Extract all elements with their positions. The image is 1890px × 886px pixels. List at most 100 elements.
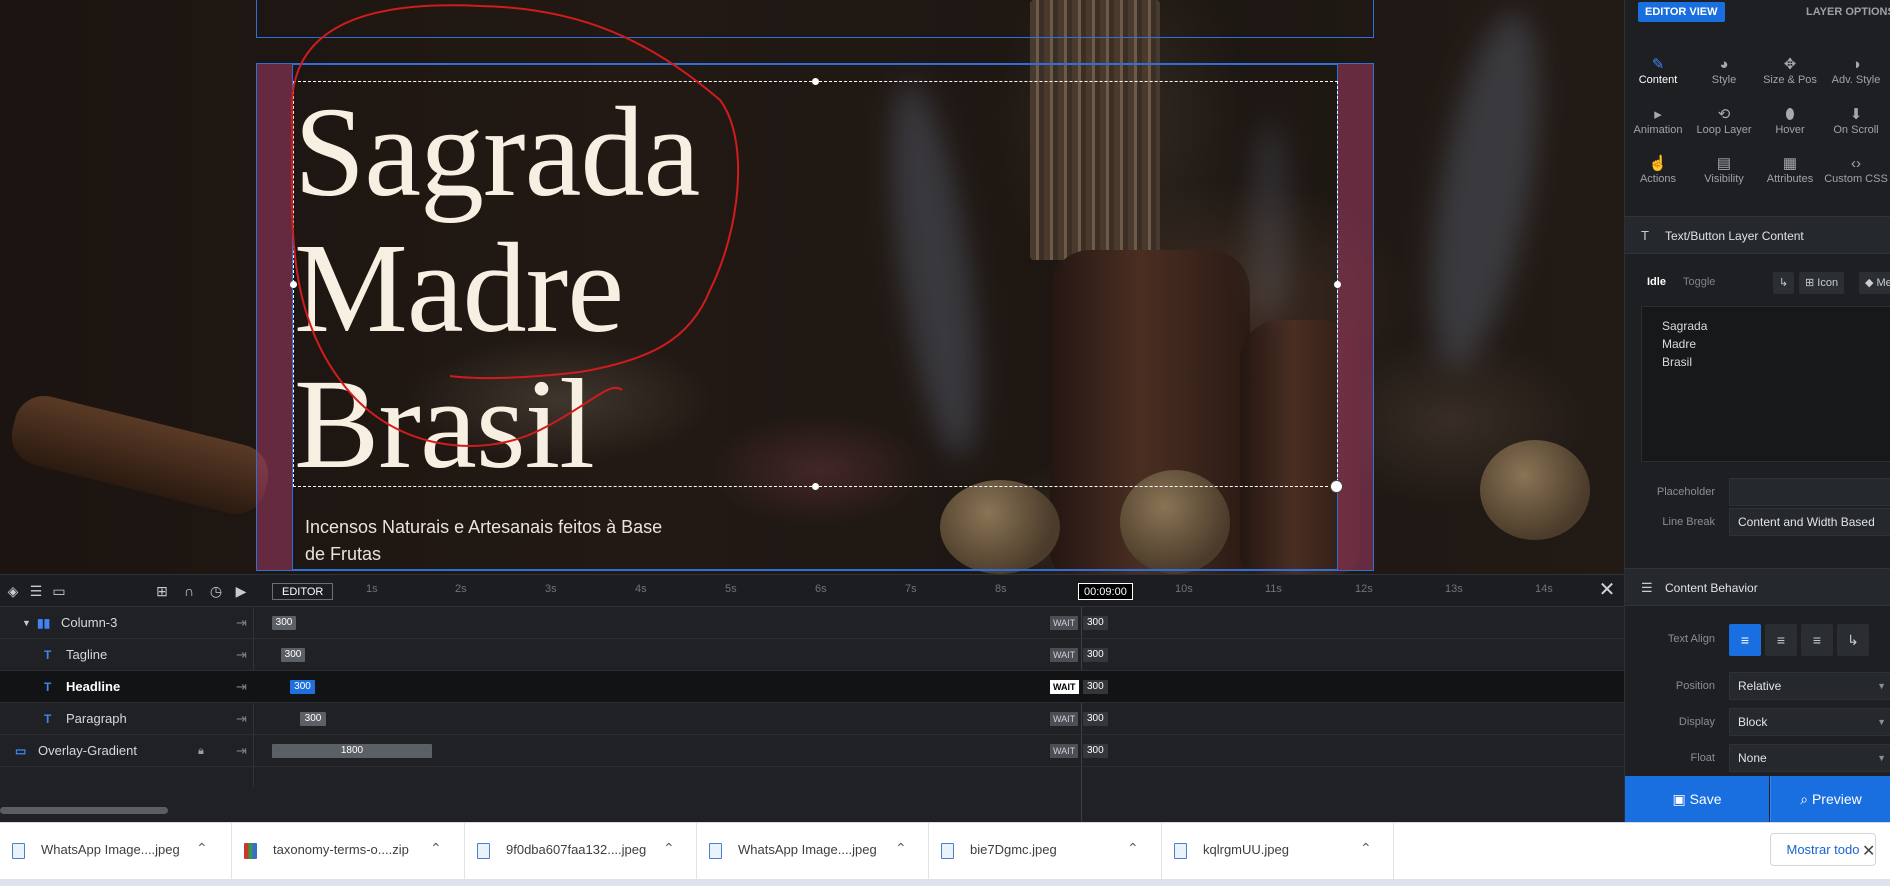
option-loop-layer[interactable]: ⟲ Loop Layer [1691, 106, 1757, 136]
toggle-tab[interactable]: Toggle [1683, 276, 1715, 288]
chevron-up-icon[interactable]: ⌃ [196, 840, 208, 857]
icon-button[interactable]: ⊞ Icon [1799, 272, 1845, 294]
ruler-label: 1s [366, 583, 378, 595]
lock-icon[interactable]: 🔒︎ [198, 735, 204, 767]
play-icon[interactable]: ▶ [233, 583, 249, 599]
option-on-scroll[interactable]: ⬇ On Scroll [1823, 106, 1889, 136]
option-adv-style[interactable]: ◑ Adv. Style [1823, 56, 1889, 86]
image-file-icon [12, 843, 25, 859]
wait-value[interactable]: 300 [1083, 616, 1108, 630]
option-content[interactable]: ✎ Content [1625, 56, 1691, 86]
align-inherit-button[interactable]: ↳ [1837, 624, 1869, 656]
save-button[interactable]: ▣ Save [1625, 776, 1769, 822]
close-icon[interactable]: ✕ [1862, 841, 1875, 861]
column-icon: ▮▮ [37, 616, 51, 630]
download-item[interactable]: WhatsApp Image....jpeg ⌃ [0, 823, 232, 879]
option-hover[interactable]: ⬮ Hover [1757, 106, 1823, 136]
align-end-icon[interactable]: ⇥ [236, 703, 247, 735]
align-left-button[interactable]: ≡ [1729, 624, 1761, 656]
align-center-button[interactable]: ≡ [1765, 624, 1797, 656]
align-end-icon[interactable]: ⇥ [236, 671, 247, 703]
resize-handle-top[interactable] [812, 78, 819, 85]
timeline-row-overlay[interactable]: ▭ Overlay-Gradient 🔒︎ ⇥ 1800 WAIT 300 [0, 735, 1624, 767]
wait-value[interactable]: 300 [1083, 712, 1108, 726]
download-item[interactable]: WhatsApp Image....jpeg ⌃ [697, 823, 929, 879]
option-label: Size & Pos [1763, 74, 1817, 86]
display-select[interactable]: Block ▼ [1729, 708, 1890, 736]
chevron-up-icon[interactable]: ⌃ [895, 840, 907, 857]
row-label: Headline [66, 679, 121, 694]
wait-value[interactable]: 300 [1083, 648, 1108, 662]
show-all-button[interactable]: Mostrar todo [1770, 833, 1876, 866]
chevron-up-icon[interactable]: ⌃ [430, 840, 442, 857]
option-size-pos[interactable]: ✥ Size & Pos [1757, 56, 1823, 86]
collapse-arrow-icon[interactable]: ▼ [22, 607, 31, 639]
editor-canvas[interactable]: Sagrada Madre Brasil Incensos Naturais e… [0, 0, 1624, 574]
chevron-up-icon[interactable]: ⌃ [1360, 840, 1372, 857]
timer-icon[interactable]: ◷ [208, 583, 224, 599]
close-icon[interactable]: ✕ [1596, 579, 1618, 601]
align-end-icon[interactable]: ⇥ [236, 639, 247, 671]
ruler-label: 13s [1445, 583, 1463, 595]
float-select[interactable]: None ▼ [1729, 744, 1890, 772]
editor-view-tab[interactable]: EDITOR VIEW [1638, 2, 1725, 22]
display-value: Block [1738, 715, 1768, 729]
resize-handle-bottom[interactable] [812, 483, 819, 490]
timeline-bar[interactable]: 300 [272, 616, 296, 630]
section-layer-content[interactable]: T Text/Button Layer Content [1625, 216, 1890, 254]
option-style[interactable]: ◕ Style [1691, 56, 1757, 86]
layer-content-textarea[interactable]: Sagrada Madre Brasil [1641, 306, 1890, 462]
editor-tag[interactable]: EDITOR [272, 583, 334, 600]
section-content-behavior[interactable]: ☰ Content Behavior [1625, 568, 1890, 606]
idle-tab[interactable]: Idle [1647, 276, 1666, 288]
ruler-label: 7s [905, 583, 917, 595]
align-right-button[interactable]: ≡ [1801, 624, 1833, 656]
timeline-bar[interactable]: 300 [290, 680, 315, 694]
timeline-bar[interactable]: 300 [281, 648, 305, 662]
option-actions[interactable]: ☝ Actions [1625, 155, 1691, 185]
wait-value[interactable]: 300 [1083, 680, 1108, 694]
timeline-bar[interactable]: 300 [300, 712, 326, 726]
meta-button[interactable]: ◆ Meta [1859, 272, 1890, 294]
float-label: Float [1690, 752, 1715, 764]
timeline-row-headline[interactable]: T Headline ⇥ 300 WAIT 300 [0, 671, 1624, 703]
download-item[interactable]: 9f0dba607faa132....jpeg ⌃ [465, 823, 697, 879]
tagline-layer[interactable]: Incensos Naturais e Artesanais feitos à … [305, 514, 665, 568]
timeline-row-tagline[interactable]: T Tagline ⇥ 300 WAIT 300 [0, 639, 1624, 671]
timeline-bar[interactable]: 1800 [272, 744, 432, 758]
option-custom-css[interactable]: ‹› Custom CSS [1823, 155, 1889, 185]
line-break-select[interactable]: Content and Width Based [1729, 508, 1890, 536]
align-end-icon[interactable]: ⇥ [236, 607, 247, 639]
current-time[interactable]: 00:09:00 [1078, 583, 1133, 600]
download-item[interactable]: kqlrgmUU.jpeg ⌃ [1162, 823, 1394, 879]
preview-button[interactable]: ⌕ Preview [1770, 776, 1890, 822]
resize-handle-corner[interactable] [1330, 480, 1343, 493]
ruler-label: 12s [1355, 583, 1373, 595]
list-icon[interactable]: ☰ [28, 583, 44, 599]
grid-icon[interactable]: ⊞ [154, 583, 170, 599]
play-icon: ▸ [1654, 106, 1662, 123]
placeholder-input[interactable] [1729, 478, 1890, 506]
timeline-toolbar: ◈ ☰ ▭ ⊞ ∩ ◷ ▶ EDITOR 1s 2s 3s 4s 5s 6s 7… [0, 575, 1624, 607]
layers-icon[interactable]: ◈ [5, 583, 21, 599]
chevron-up-icon[interactable]: ⌃ [1127, 840, 1139, 857]
download-item[interactable]: taxonomy-terms-o....zip ⌃ [232, 823, 465, 879]
option-visibility[interactable]: ▤ Visibility [1691, 155, 1757, 185]
layer-options-tab[interactable]: LAYER OPTIONS [1806, 6, 1890, 18]
position-select[interactable]: Relative ▼ [1729, 672, 1890, 700]
align-end-icon[interactable]: ⇥ [236, 735, 247, 767]
timeline-row-column[interactable]: ▼ ▮▮ Column-3 ⇥ 300 WAIT 300 [0, 607, 1624, 639]
option-attributes[interactable]: ▦ Attributes [1757, 155, 1823, 185]
resize-handle-right[interactable] [1334, 281, 1341, 288]
herb-ball [1480, 440, 1590, 540]
chevron-up-icon[interactable]: ⌃ [663, 840, 675, 857]
magnet-icon[interactable]: ∩ [181, 583, 197, 599]
timeline-row-paragraph[interactable]: T Paragraph ⇥ 300 WAIT 300 [0, 703, 1624, 735]
horizontal-scrollbar[interactable] [0, 807, 168, 814]
line-break-button[interactable]: ↳ [1773, 272, 1795, 294]
download-item[interactable]: bie7Dgmc.jpeg ⌃ [929, 823, 1162, 879]
loop-icon: ⟲ [1717, 106, 1731, 123]
wait-value[interactable]: 300 [1083, 744, 1108, 758]
folder-icon[interactable]: ▭ [51, 583, 67, 599]
option-animation[interactable]: ▸ Animation [1625, 106, 1691, 136]
